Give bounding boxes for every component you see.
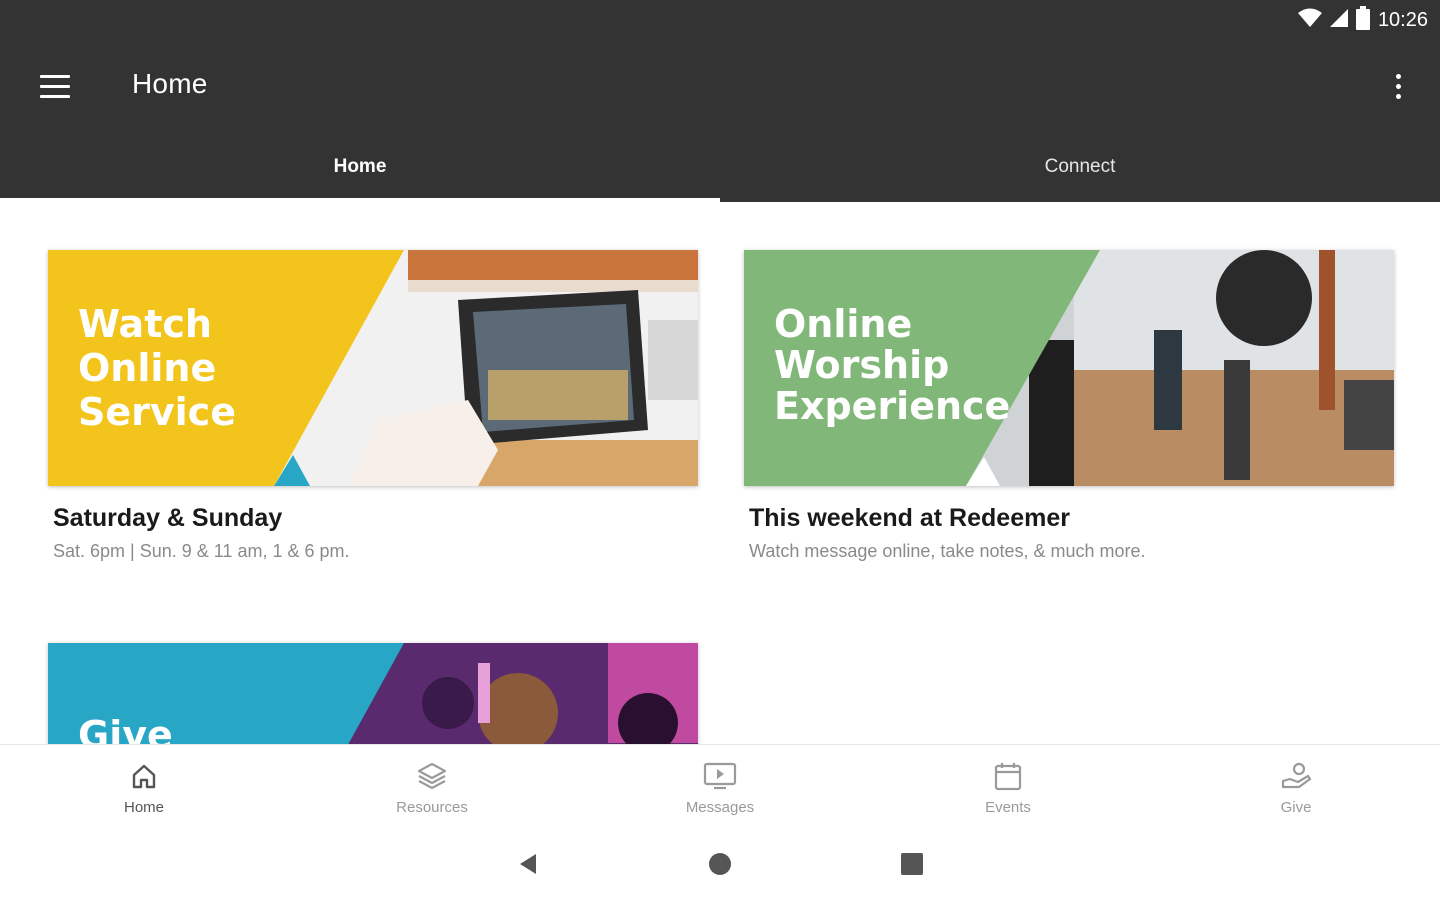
- more-vert-icon[interactable]: [1386, 68, 1410, 104]
- card-online-worship-experience[interactable]: Online Worship Experience This weekend a…: [744, 250, 1394, 562]
- card-title: Saturday & Sunday: [53, 504, 283, 532]
- status-time: 10:26: [1377, 8, 1428, 31]
- nav-item-events[interactable]: Events: [864, 745, 1152, 824]
- app-screen: 10:26 Home Home Connect Watch Online Ser…: [0, 0, 1440, 900]
- card-headline: Give: [78, 713, 173, 744]
- home-circle-icon[interactable]: [706, 850, 734, 878]
- video-screen-icon: [702, 759, 738, 793]
- nav-label: Home: [123, 799, 164, 816]
- card-subtitle: Watch message online, take notes, & much…: [749, 541, 1146, 561]
- card-subtitle: Sat. 6pm | Sun. 9 & 11 am, 1 & 6 pm.: [53, 541, 350, 561]
- card-image: Give: [48, 643, 698, 744]
- system-navigation: [0, 824, 1440, 900]
- nav-item-home[interactable]: Home: [0, 745, 288, 824]
- card-image: Online Worship Experience: [744, 250, 1394, 486]
- wifi-icon: [1297, 8, 1322, 33]
- card-watch-online-service[interactable]: Watch Online Service Saturday & Sunday S…: [48, 250, 698, 562]
- tab-home[interactable]: Home: [0, 132, 720, 202]
- layers-icon: [414, 759, 450, 793]
- status-bar: 10:26: [0, 0, 1440, 40]
- nav-item-messages[interactable]: Messages: [576, 745, 864, 824]
- hand-giving-icon: [1278, 759, 1314, 793]
- card-give[interactable]: Give: [48, 643, 698, 744]
- tab-bar: Home Connect: [0, 132, 1440, 202]
- nav-label: Messages: [685, 799, 755, 816]
- nav-item-resources[interactable]: Resources: [288, 745, 576, 824]
- nav-label: Resources: [396, 799, 468, 816]
- nav-item-give[interactable]: Give: [1152, 745, 1440, 824]
- status-icons: 10:26: [1297, 5, 1428, 35]
- card-title: This weekend at Redeemer: [749, 504, 1070, 532]
- card-image: Watch Online Service: [48, 250, 698, 486]
- card-headline: Online Worship Experience: [774, 302, 1011, 428]
- back-icon[interactable]: [514, 850, 542, 878]
- content-feed: Watch Online Service Saturday & Sunday S…: [0, 202, 1440, 744]
- nav-label: Give: [1280, 799, 1312, 816]
- app-bar: Home: [0, 40, 1440, 132]
- calendar-icon: [990, 759, 1026, 793]
- card-headline: Watch Online Service: [78, 302, 236, 434]
- bottom-navigation: Home Resources Messages Events Give: [0, 744, 1440, 824]
- nav-label: Events: [985, 799, 1031, 816]
- recents-icon[interactable]: [898, 850, 926, 878]
- battery-icon: [1355, 5, 1370, 35]
- signal-icon: [1329, 8, 1348, 32]
- hamburger-menu-icon[interactable]: [30, 64, 78, 108]
- home-icon: [126, 759, 162, 793]
- tab-connect[interactable]: Connect: [720, 132, 1440, 202]
- page-title: Home: [132, 68, 208, 99]
